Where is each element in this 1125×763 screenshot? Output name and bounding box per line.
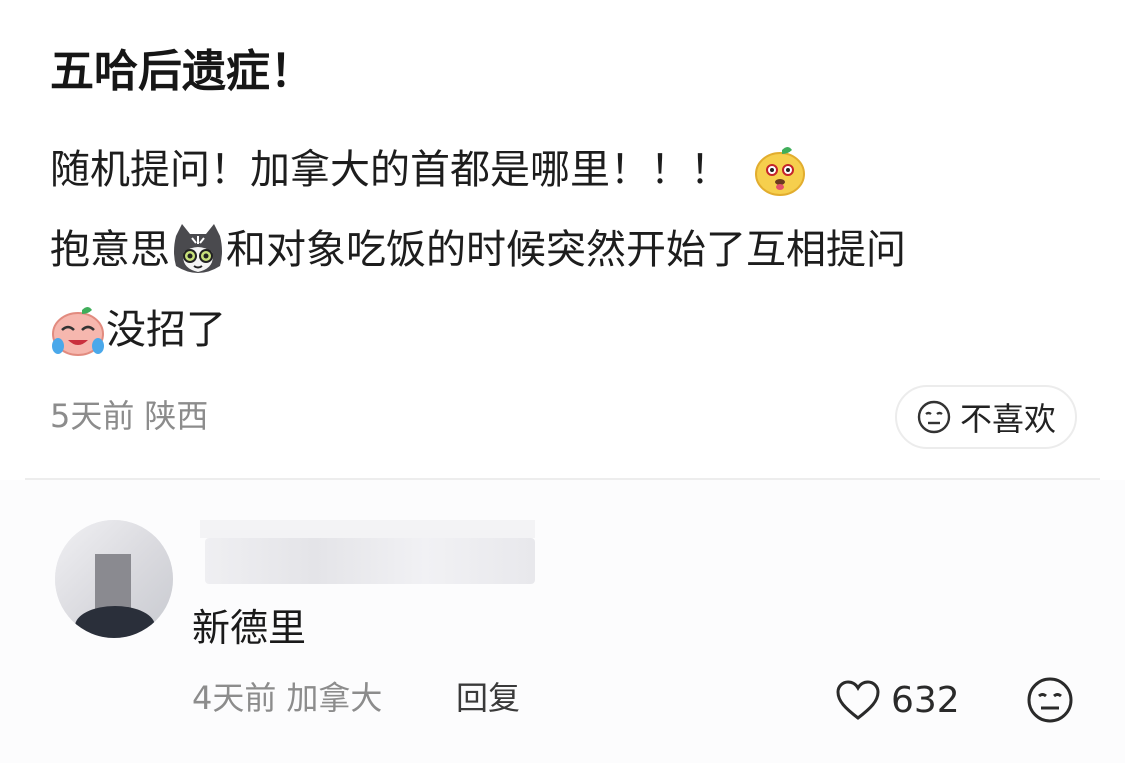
post-body: 随机提问！加拿大的首都是哪里！！！ 抱意思 和对象吃饭的时候突然开始了互相提问 … xyxy=(50,130,906,370)
avatar[interactable] xyxy=(55,520,173,638)
blurred-username[interactable] xyxy=(205,538,535,584)
heart-icon xyxy=(836,680,880,720)
crying-laughing-emoji-icon xyxy=(52,307,104,356)
post-body-line-3: 没招了 xyxy=(50,290,906,370)
like-count: 632 xyxy=(891,679,960,721)
post-body-line-1: 随机提问！加拿大的首都是哪里！！！ xyxy=(50,130,906,210)
post-meta: 5天前 陕西 xyxy=(50,392,208,440)
comment-text: 新德里 xyxy=(192,606,307,650)
post-time: 5天前 xyxy=(50,397,135,435)
meh-face-icon xyxy=(917,400,951,434)
cat-emoji-icon xyxy=(174,224,222,273)
reply-button[interactable]: 回复 xyxy=(456,672,520,724)
yellow-puppy-emoji-icon xyxy=(755,147,805,196)
comment-section: 新德里 4天前 加拿大 回复 632 xyxy=(0,480,1125,763)
meh-face-icon[interactable] xyxy=(1026,676,1074,724)
post-body-text-3: 没招了 xyxy=(106,307,226,353)
post-title: 五哈后遗症！ xyxy=(50,46,314,97)
post-body-text-1: 随机提问！加拿大的首都是哪里！！！ xyxy=(50,147,730,193)
post-body-text-2a: 抱意思 xyxy=(50,227,170,273)
post-body-line-2: 抱意思 和对象吃饭的时候突然开始了互相提问 xyxy=(50,210,906,290)
dislike-button[interactable]: 不喜欢 xyxy=(895,385,1077,449)
post-card: 五哈后遗症！ 随机提问！加拿大的首都是哪里！！！ 抱意思 和对象吃饭的时候突然开… xyxy=(0,0,1125,480)
comment-meta: 4天前 加拿大 xyxy=(192,672,382,724)
like-button[interactable]: 632 xyxy=(835,674,960,726)
post-location: 陕西 xyxy=(144,397,209,435)
post-body-text-2b: 和对象吃饭的时候突然开始了互相提问 xyxy=(226,227,906,273)
blurred-username-top xyxy=(200,520,535,538)
dislike-label: 不喜欢 xyxy=(959,400,1056,438)
comment-location: 加拿大 xyxy=(286,679,383,717)
comment-time: 4天前 xyxy=(192,679,277,717)
